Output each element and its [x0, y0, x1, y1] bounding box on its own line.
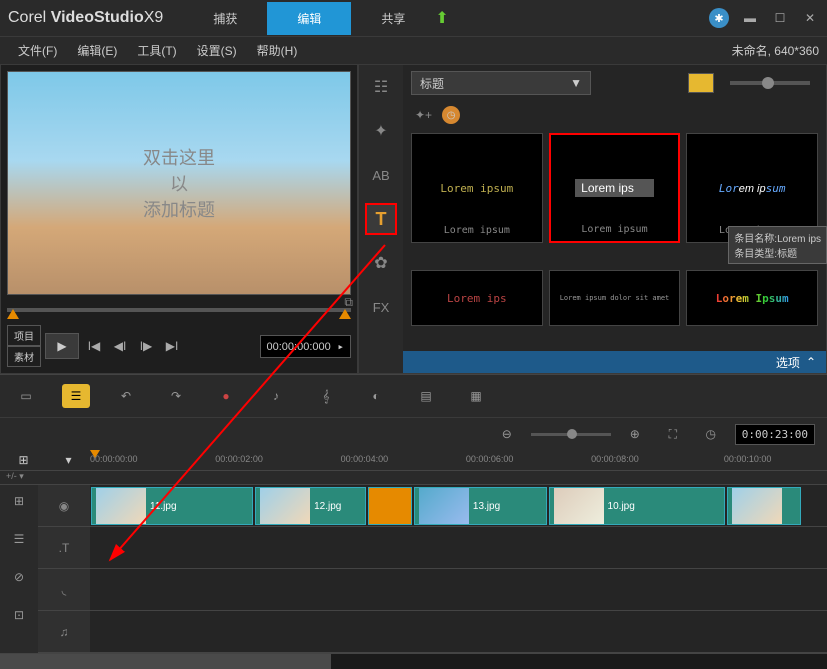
chevron-down-icon: ▼ — [570, 76, 582, 90]
tab-share[interactable]: 共享 — [351, 2, 435, 35]
music-track[interactable] — [90, 611, 827, 653]
track-manager-icon[interactable]: ⊞ — [5, 489, 33, 513]
track-button[interactable]: ◐ — [362, 384, 390, 408]
marker-icon[interactable]: ▾ — [65, 453, 71, 467]
timeline-clip[interactable]: 12.jpg — [255, 487, 366, 525]
track-toggle[interactable]: +/- ▾ — [0, 471, 90, 484]
fit-timeline-button[interactable]: ⛶ — [659, 422, 687, 446]
chapter-button[interactable]: ▤ — [412, 384, 440, 408]
graphics-category-icon[interactable]: ✿ — [365, 247, 397, 279]
menu-edit[interactable]: 编辑(E) — [67, 38, 127, 63]
item-tooltip: 条目名称:Lorem ips 条目类型:标题 — [728, 226, 827, 264]
voice-track-header[interactable]: ◟ — [38, 569, 90, 611]
title-preset-item[interactable]: Lorem ips Lorem ipsum — [549, 133, 681, 243]
preview-mode-clip[interactable]: 素材 — [7, 346, 41, 367]
zoom-slider[interactable] — [531, 433, 611, 436]
minimize-button[interactable]: ▬ — [741, 11, 759, 25]
timeline-view-button[interactable]: ☰ — [62, 384, 90, 408]
thumbnail-size-slider[interactable] — [730, 81, 810, 85]
goto-end-button[interactable]: ▶I — [161, 335, 183, 357]
prev-frame-button[interactable]: ◀I — [109, 335, 131, 357]
video-track-header[interactable]: ◉ — [38, 485, 90, 527]
timeline-ruler[interactable]: ⊞ ▾ 00:00:00:00 00:00:02:00 00:00:04:00 … — [0, 450, 827, 472]
multiview-button[interactable]: ▦ — [462, 384, 490, 408]
timeline-panel: ▭ ☰ ↶ ↷ ● ♪ 𝄞 ◐ ▤ ▦ ⊖ ⊕ ⛶ ◷ 0:00:23:00 ⊞… — [0, 374, 827, 669]
library-panel: ☷ ✦ AB T ✿ FX 标题▼ ✦+ ◷ Lorem ipsum — [358, 64, 827, 374]
transitions-category-icon[interactable]: ✦ — [365, 115, 397, 147]
recent-icon[interactable]: ◷ — [442, 106, 460, 124]
music-track-header[interactable]: ♫ — [38, 611, 90, 653]
library-category-toolbar: ☷ ✦ AB T ✿ FX — [359, 65, 403, 373]
thumbnail-color-button[interactable] — [688, 73, 714, 93]
app-logo: Corel VideoStudioX9 — [8, 9, 163, 27]
zoom-out-button[interactable]: ⊖ — [493, 422, 521, 446]
ripple-icon[interactable]: ☰ — [5, 527, 33, 551]
timeline-clip[interactable]: 10.jpg — [549, 487, 726, 525]
audio-mixer-button[interactable]: ♪ — [262, 384, 290, 408]
goto-start-button[interactable]: I◀ — [83, 335, 105, 357]
record-button[interactable]: ● — [212, 384, 240, 408]
upload-icon[interactable]: ⬆ — [435, 8, 448, 28]
zoom-in-button[interactable]: ⊕ — [621, 422, 649, 446]
undo-button[interactable]: ↶ — [112, 384, 140, 408]
lock-icon[interactable]: ⊡ — [5, 603, 33, 627]
next-frame-button[interactable]: I▶ — [135, 335, 157, 357]
title-preset-item[interactable]: Lorem Ipsum — [686, 270, 818, 326]
auto-music-button[interactable]: 𝄞 — [312, 384, 340, 408]
preview-scrubber[interactable]: ⧉ — [7, 301, 351, 319]
timeline-duration[interactable]: 0:00:23:00 — [735, 424, 815, 445]
menu-bar: 文件(F) 编辑(E) 工具(T) 设置(S) 帮助(H) 未命名, 640*3… — [0, 36, 827, 64]
video-track[interactable]: 11.jpg 12.jpg 13.jpg 10.jpg — [90, 485, 827, 527]
voice-track[interactable] — [90, 569, 827, 611]
preview-panel: 双击这里 以 添加标题 ⧉ 项目 素材 ▶ I◀ ◀I I▶ ▶I 00:00:… — [0, 64, 358, 374]
title-track-header[interactable]: .T — [38, 527, 90, 569]
preview-viewport[interactable]: 双击这里 以 添加标题 — [7, 71, 351, 295]
disable-icon[interactable]: ⊘ — [5, 565, 33, 589]
menu-help[interactable]: 帮助(H) — [247, 38, 308, 63]
close-button[interactable]: ✕ — [801, 11, 819, 25]
menu-settings[interactable]: 设置(S) — [187, 38, 247, 63]
mark-in-icon[interactable] — [7, 309, 19, 319]
maximize-button[interactable]: ☐ — [771, 11, 789, 25]
preview-mode-project[interactable]: 项目 — [7, 325, 41, 346]
media-category-icon[interactable]: ☷ — [365, 71, 397, 103]
tab-capture[interactable]: 捕获 — [183, 2, 267, 35]
redo-button[interactable]: ↷ — [162, 384, 190, 408]
storyboard-view-button[interactable]: ▭ — [12, 384, 40, 408]
title-preset-item[interactable]: Lorem ipsum Lorem ipsum — [411, 133, 543, 243]
mark-out-icon[interactable] — [339, 309, 351, 319]
title-bar: Corel VideoStudioX9 捕获 编辑 共享 ⬆ ✱ ▬ ☐ ✕ — [0, 0, 827, 36]
menu-tools[interactable]: 工具(T) — [127, 38, 186, 63]
title-placeholder[interactable]: 双击这里 以 添加标题 — [143, 144, 215, 222]
title-preset-item[interactable]: Lorem ips — [411, 270, 543, 326]
timeline-clip[interactable] — [727, 487, 801, 525]
title-templates-icon[interactable]: AB — [365, 159, 397, 191]
chevron-up-icon: ⌃ — [806, 355, 816, 369]
timeline-scrollbar[interactable] — [0, 653, 827, 669]
options-panel-toggle[interactable]: 选项⌃ — [403, 351, 826, 373]
timeline-clip[interactable]: 13.jpg — [414, 487, 547, 525]
timeline-clip[interactable]: 11.jpg — [91, 487, 253, 525]
loop-icon[interactable]: ⧉ — [344, 295, 353, 310]
tab-edit[interactable]: 编辑 — [267, 2, 351, 35]
globe-icon[interactable]: ✱ — [709, 8, 729, 28]
play-button[interactable]: ▶ — [45, 333, 79, 359]
filters-category-icon[interactable]: FX — [365, 291, 397, 323]
add-favorite-icon[interactable]: ✦+ — [415, 108, 432, 122]
title-preset-item[interactable]: Lorem ipsum dolor sit amet — [549, 270, 681, 326]
clock-icon: ◷ — [697, 422, 725, 446]
timeline-transition[interactable] — [368, 487, 412, 525]
titles-category-icon[interactable]: T — [365, 203, 397, 235]
menu-file[interactable]: 文件(F) — [8, 38, 67, 63]
preview-timecode[interactable]: 00:00:00:000 ▸ — [260, 335, 351, 358]
title-track[interactable] — [90, 527, 827, 569]
toggle-tracks-icon[interactable]: ⊞ — [18, 453, 28, 467]
library-category-dropdown[interactable]: 标题▼ — [411, 71, 591, 95]
project-status: 未命名, 640*360 — [732, 42, 819, 59]
